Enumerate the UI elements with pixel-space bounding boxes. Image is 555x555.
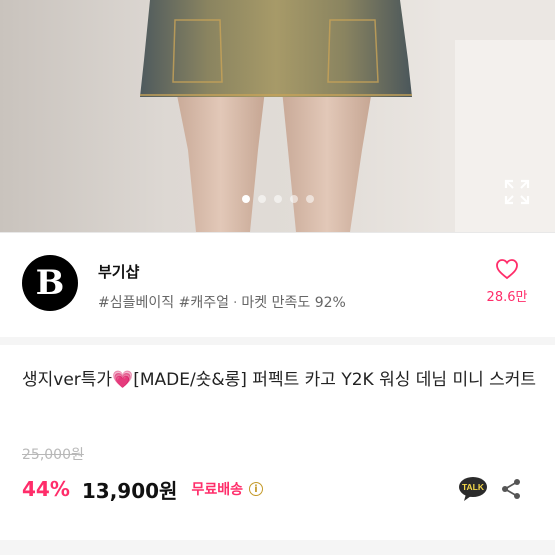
info-icon[interactable]: i	[248, 482, 263, 496]
store-logo[interactable]: B	[22, 255, 78, 311]
gallery-dot[interactable]	[289, 195, 298, 203]
heart-emoji: 💗	[112, 370, 134, 390]
gallery-dot[interactable]	[273, 195, 282, 203]
gallery-dot[interactable]	[305, 195, 314, 203]
store-tag: #심플베이직	[98, 295, 175, 311]
price-row: 44% 13,900원 무료배송 i	[22, 474, 263, 504]
tag-separator: ·	[232, 295, 238, 311]
gallery-dot[interactable]	[257, 195, 266, 203]
bottom-spacer	[0, 540, 555, 555]
share-icon[interactable]	[500, 478, 522, 500]
gallery-dot[interactable]	[241, 195, 250, 203]
like-button[interactable]: 28.6만	[478, 258, 536, 306]
title-rest: [MADE/숏&롱] 퍼펙트 카고 Y2K 워싱 데님 미니 스커트	[133, 370, 537, 390]
sale-price: 13,900원	[81, 478, 178, 503]
heart-outline-icon	[496, 259, 518, 280]
store-logo-letter: B	[35, 263, 65, 303]
expand-icon[interactable]	[503, 178, 531, 206]
product-title: 생지ver특가💗[MADE/숏&롱] 퍼펙트 카고 Y2K 워싱 데님 미니 스…	[22, 366, 537, 394]
gallery-pagination[interactable]	[0, 195, 555, 203]
discount-rate: 44%	[22, 477, 70, 501]
like-count: 28.6만	[486, 290, 528, 305]
divider	[0, 232, 555, 233]
free-shipping-badge: 무료배송	[191, 482, 243, 498]
store-tag: #캐주얼	[178, 295, 229, 311]
store-name[interactable]: 부기샵	[98, 261, 139, 282]
store-tags: #심플베이직 #캐주얼 · 마켓 만족도 92%	[98, 292, 346, 312]
original-price: 25,000원	[22, 447, 84, 463]
store-satisfaction: 마켓 만족도 92%	[241, 295, 346, 311]
kakao-talk-button[interactable]: TALK	[458, 476, 488, 502]
title-prefix: 생지ver특가	[22, 370, 113, 390]
talk-label: TALK	[462, 482, 485, 492]
talk-bubble-icon: TALK	[459, 477, 487, 501]
product-image[interactable]	[0, 0, 555, 232]
section-divider	[0, 337, 555, 345]
